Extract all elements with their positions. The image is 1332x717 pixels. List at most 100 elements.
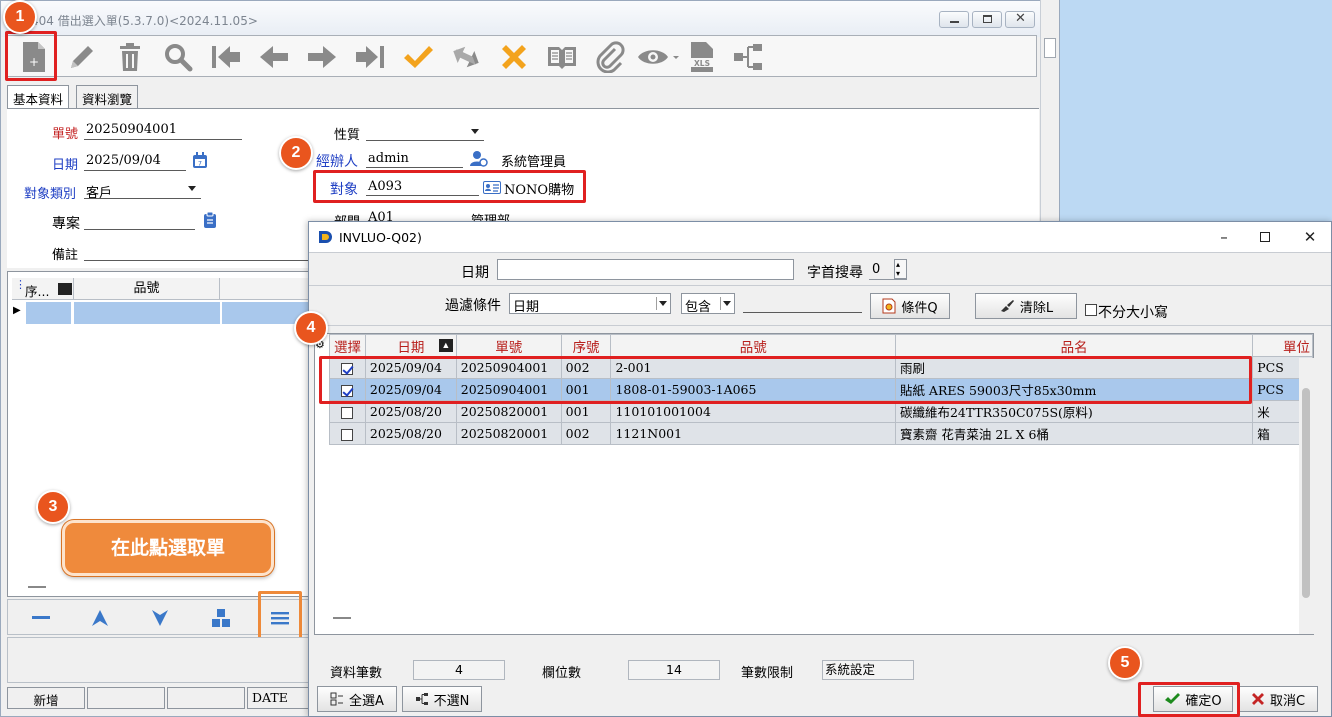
row-select-cell bbox=[329, 422, 366, 445]
previous-record-icon bbox=[260, 46, 288, 68]
handler-field[interactable]: admin bbox=[368, 151, 409, 166]
previous-record-button[interactable] bbox=[256, 39, 292, 75]
refresh-icon bbox=[453, 46, 479, 68]
row-checkbox[interactable] bbox=[341, 406, 354, 419]
search-icon bbox=[165, 44, 193, 72]
target-type-label: 對象類別 bbox=[24, 187, 77, 202]
calendar-icon[interactable]: 7 bbox=[192, 152, 208, 169]
view-button[interactable] bbox=[634, 39, 682, 75]
grid-scrollbar[interactable] bbox=[1299, 358, 1314, 634]
search-button[interactable] bbox=[160, 39, 196, 75]
col-order-no[interactable]: 單號 bbox=[455, 334, 562, 357]
selected-rows-highlight bbox=[319, 356, 1252, 404]
chevron-down-icon bbox=[188, 186, 196, 191]
refresh-button[interactable] bbox=[448, 39, 484, 75]
spin-down-icon[interactable]: ▾ bbox=[896, 269, 900, 278]
select-all-icon bbox=[330, 692, 344, 706]
filter-op-select[interactable]: 包含 bbox=[681, 293, 735, 314]
col-date[interactable]: 日期 ▲ bbox=[364, 334, 457, 357]
clipboard-icon[interactable] bbox=[203, 211, 217, 229]
last-record-button[interactable] bbox=[352, 39, 388, 75]
target-highlight bbox=[313, 170, 586, 203]
attachment-clip-icon bbox=[596, 41, 625, 73]
col-select[interactable]: 選擇 bbox=[329, 334, 366, 357]
prefix-search-spinner[interactable]: 0 ▴ ▾ bbox=[869, 259, 907, 280]
main-titlebar: 404 借出選入單(5.3.7.0)<2024.11.05> ✕ bbox=[1, 1, 1045, 37]
close-window-button[interactable]: ✕ bbox=[1005, 11, 1035, 28]
user-lookup-icon[interactable] bbox=[470, 150, 488, 167]
dialog-date-input[interactable] bbox=[497, 259, 794, 280]
tab-data-browse[interactable]: 資料瀏覽 bbox=[76, 85, 139, 109]
order-no-field[interactable]: 20250904001 bbox=[86, 122, 177, 137]
cancel-edit-button[interactable] bbox=[496, 39, 532, 75]
grid-row-cell[interactable] bbox=[74, 302, 220, 324]
clear-button[interactable]: 清除L bbox=[975, 293, 1077, 319]
grid-header-item[interactable]: 品號 bbox=[74, 278, 220, 300]
attachment-button[interactable] bbox=[592, 39, 628, 75]
close-icon bbox=[1251, 693, 1264, 705]
dialog-maximize-button[interactable] bbox=[1243, 226, 1287, 248]
grid-row[interactable] bbox=[26, 302, 72, 324]
pick-order-menu-icon[interactable] bbox=[270, 608, 290, 628]
order-no-label: 單號 bbox=[52, 127, 79, 142]
confirm-button[interactable] bbox=[400, 39, 436, 75]
book-icon bbox=[548, 47, 576, 69]
step-badge-5: 5 bbox=[1108, 646, 1142, 680]
first-record-button[interactable] bbox=[208, 39, 244, 75]
status-field: DATE bbox=[247, 687, 313, 709]
restore-button[interactable] bbox=[972, 11, 1002, 28]
new-button-highlight bbox=[5, 31, 57, 81]
brush-icon bbox=[1000, 300, 1014, 312]
dialog-close-button[interactable]: ✕ bbox=[1288, 226, 1332, 248]
select-none-button[interactable]: 不選N bbox=[402, 686, 482, 712]
restore-icon bbox=[983, 15, 992, 23]
dialog-minimize-button[interactable]: – bbox=[1202, 226, 1246, 248]
cell-item-no: 1121N001 bbox=[610, 422, 896, 445]
filter-value-input[interactable] bbox=[743, 293, 862, 313]
col-seq[interactable]: 序號 bbox=[560, 334, 612, 357]
remove-row-icon[interactable] bbox=[32, 616, 50, 619]
condition-doc-icon bbox=[882, 298, 896, 314]
svg-text:XLS: XLS bbox=[694, 59, 710, 68]
cancel-button[interactable]: 取消C bbox=[1238, 686, 1318, 712]
dialog-date-label: 日期 bbox=[461, 265, 489, 281]
record-count-value: 4 bbox=[413, 660, 505, 680]
tree-structure-button[interactable] bbox=[730, 39, 766, 75]
cell-date: 2025/08/20 bbox=[364, 422, 457, 445]
filter-field-select[interactable]: 日期 bbox=[509, 293, 671, 314]
scroll-thumb[interactable] bbox=[1302, 388, 1310, 598]
spin-up-icon[interactable]: ▴ bbox=[896, 260, 900, 269]
table-row[interactable]: 2025/08/20 20250820001 002 1121N001 寶素齋 花青菜油… bbox=[329, 422, 1313, 445]
sort-up-icon: ▲ bbox=[438, 339, 453, 352]
col-item-name[interactable]: 品名 bbox=[894, 334, 1254, 357]
condition-button[interactable]: 條件Q bbox=[870, 293, 950, 319]
chevron-down-icon bbox=[656, 297, 668, 310]
main-window-edge bbox=[1040, 0, 1060, 225]
minimize-button[interactable] bbox=[939, 11, 969, 28]
date-label: 日期 bbox=[52, 158, 79, 173]
svg-text:7: 7 bbox=[198, 160, 202, 168]
close-icon: ✕ bbox=[1015, 11, 1026, 26]
next-record-button[interactable] bbox=[304, 39, 340, 75]
book-button[interactable] bbox=[544, 39, 580, 75]
step-badge-4: 4 bbox=[294, 311, 328, 345]
view-eye-icon bbox=[638, 50, 679, 64]
row-checkbox[interactable] bbox=[341, 428, 354, 441]
limit-value: 系統設定 bbox=[822, 660, 914, 680]
grid-header-seq[interactable]: ⋮ 序... bbox=[12, 278, 74, 300]
edit-button[interactable] bbox=[64, 39, 100, 75]
nature-label: 性質 bbox=[334, 128, 361, 143]
col-unit[interactable]: 單位 bbox=[1252, 334, 1313, 357]
move-up-icon[interactable] bbox=[90, 608, 110, 628]
select-all-button[interactable]: 全選A bbox=[317, 686, 397, 712]
case-insensitive-checkbox[interactable] bbox=[1085, 304, 1097, 316]
row-pointer-icon: ▶ bbox=[13, 305, 21, 316]
close-icon: ✕ bbox=[1303, 228, 1317, 246]
tab-basic-info[interactable]: 基本資料 bbox=[7, 85, 70, 109]
delete-button[interactable] bbox=[112, 39, 148, 75]
excel-export-button[interactable]: XLS bbox=[684, 39, 720, 75]
col-item-no[interactable]: 品號 bbox=[610, 334, 896, 357]
group-boxes-icon[interactable] bbox=[211, 608, 231, 628]
date-field[interactable]: 2025/09/04 bbox=[86, 153, 161, 168]
move-down-icon[interactable] bbox=[150, 608, 170, 628]
